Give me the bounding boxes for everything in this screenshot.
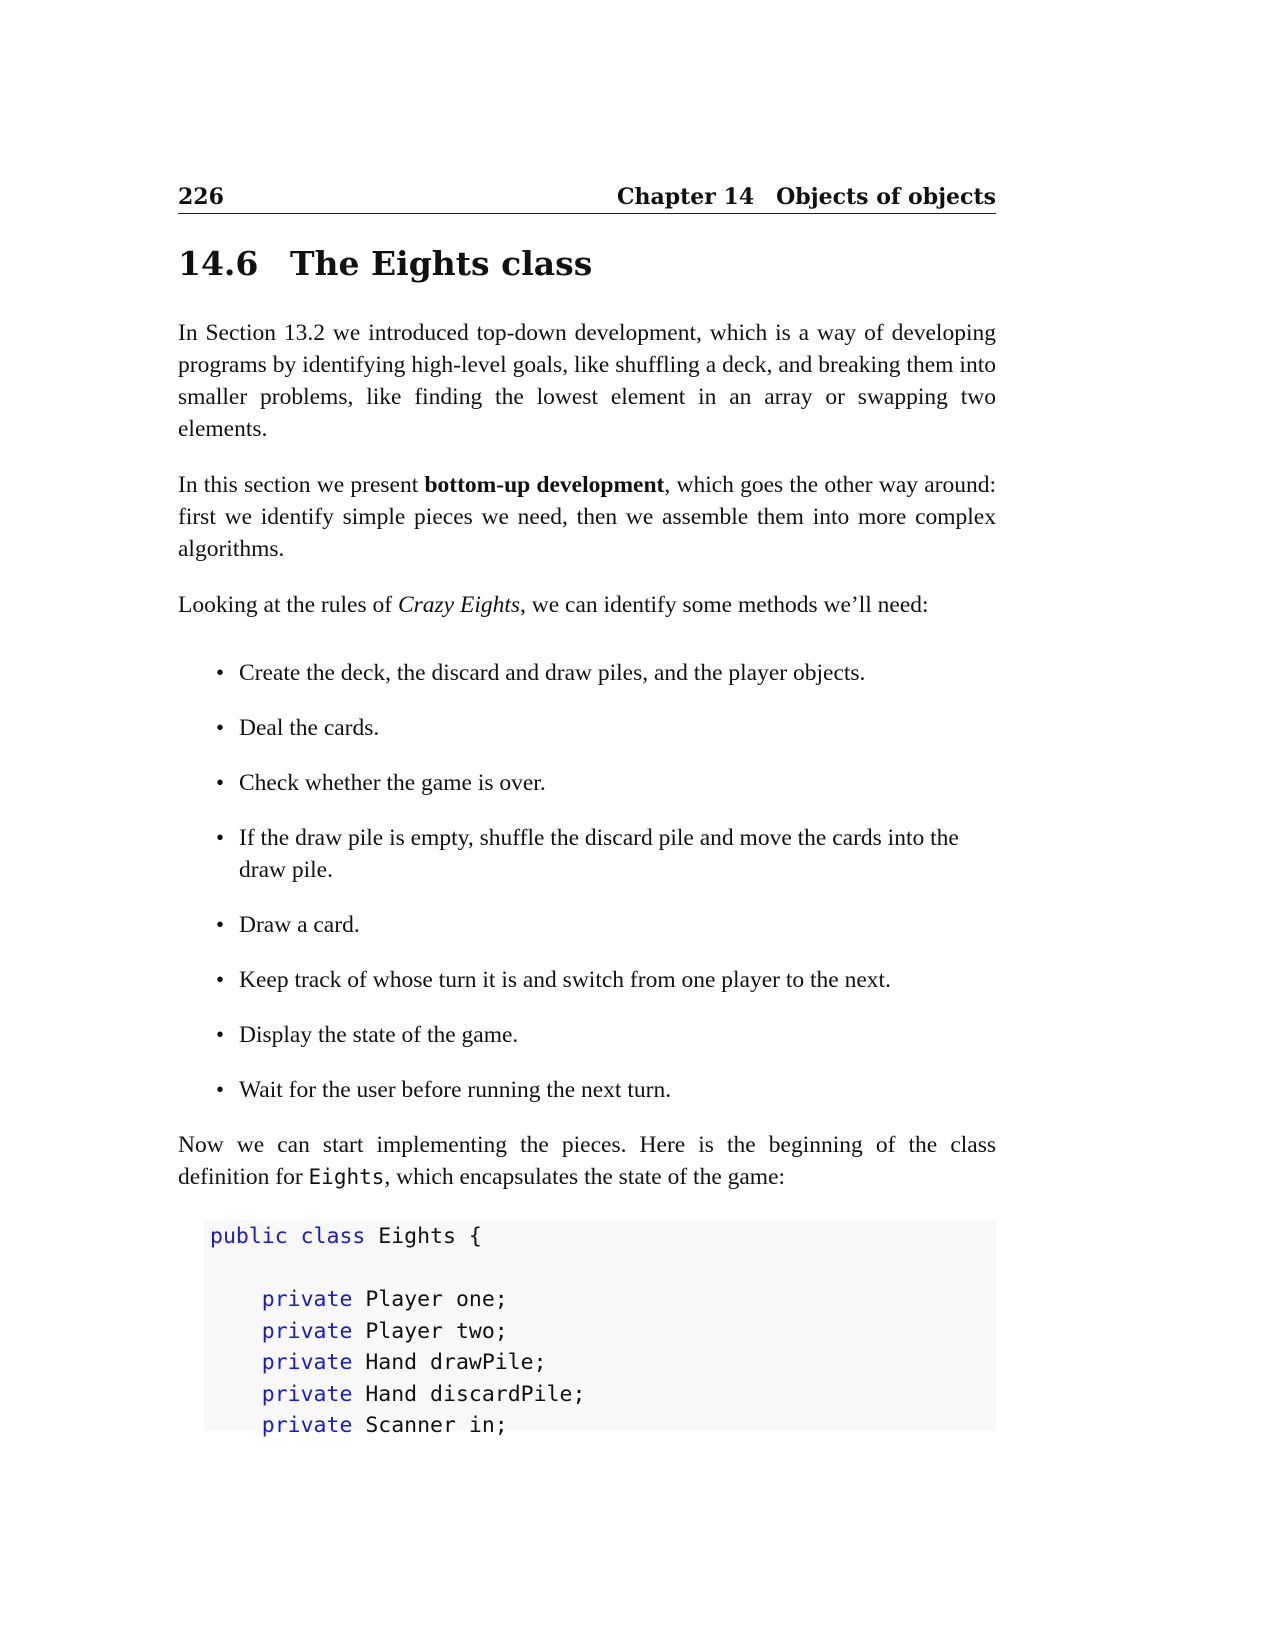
paragraph-text: In this section we present — [178, 472, 425, 498]
bullet-icon: • — [216, 912, 225, 937]
code-text: Player two; — [352, 1318, 508, 1344]
inline-code: Eights — [308, 1165, 385, 1189]
list-item: • Create the deck, the discard and draw p… — [216, 657, 996, 689]
bullet-icon: • — [216, 1077, 225, 1102]
paragraph-text: Looking at the rules of — [178, 592, 398, 618]
list-item: • Keep track of whose turn it is and swit… — [216, 964, 996, 996]
list-item: • If the draw pile is empty, shuffle the … — [216, 822, 996, 886]
section-title-text: The Eights class — [290, 244, 593, 283]
list-item: • Display the state of the game. — [216, 1019, 996, 1051]
list-item: • Wait for the user before running the ne… — [216, 1074, 996, 1106]
paragraph-top-down: In Section 13.2 we introduced top-down d… — [178, 320, 996, 442]
list-item: • Draw a card. — [216, 909, 996, 941]
bullet-icon: • — [216, 825, 225, 850]
list-item-text: Check whether the game is over. — [239, 770, 546, 796]
bold-term: bottom-up development — [424, 472, 665, 498]
code-line: private Hand drawPile; — [210, 1347, 996, 1379]
paragraph-implementation: Now we can start implementing the pieces… — [178, 1129, 996, 1193]
code-line: private Scanner in; — [210, 1410, 996, 1442]
bullet-icon: • — [216, 715, 225, 740]
code-text: Eights { — [365, 1224, 482, 1249]
bullet-icon: • — [216, 770, 225, 795]
code-keyword: private — [261, 1350, 353, 1375]
code-text: Hand discardPile; — [352, 1381, 586, 1407]
code-text: Scanner in; — [352, 1413, 508, 1438]
page-number: 226 — [178, 184, 224, 210]
code-keyword: private — [261, 1381, 353, 1407]
chapter-label: Chapter 14 — [616, 184, 755, 210]
code-line: private Hand discardPile; — [210, 1379, 996, 1411]
running-header: 226 Chapter 14 Objects of objects — [178, 184, 996, 214]
code-keyword: public class — [210, 1224, 366, 1249]
code-text: Player one; — [352, 1287, 508, 1312]
bullet-icon: • — [216, 967, 225, 992]
section-title: 14.6 The Eights class — [178, 244, 996, 283]
list-item-text: Keep track of whose turn it is and switc… — [239, 967, 891, 993]
code-keyword: private — [261, 1413, 353, 1438]
list-item: • Deal the cards. — [216, 712, 996, 744]
code-line: private Player one; — [210, 1284, 996, 1316]
book-page: 226 Chapter 14 Objects of objects 14.6 Th… — [178, 184, 996, 1438]
section-number: 14.6 — [178, 244, 259, 283]
paragraph-text: , we can identify some methods we’ll nee… — [520, 592, 929, 618]
list-item-text: If the draw pile is empty, shuffle the d… — [239, 825, 959, 883]
paragraph-crazy-eights: Looking at the rules of Crazy Eights, we… — [178, 589, 996, 621]
bullet-icon: • — [216, 660, 225, 685]
code-line: private Player two; — [210, 1316, 996, 1348]
list-item-text: Wait for the user before running the nex… — [239, 1077, 672, 1103]
methods-list: • Create the deck, the discard and draw p… — [178, 657, 996, 1106]
list-item: • Check whether the game is over. — [216, 767, 996, 799]
chapter-title: Objects of objects — [776, 184, 996, 210]
bullet-icon: • — [216, 1022, 225, 1047]
list-item-text: Create the deck, the discard and draw pi… — [239, 660, 866, 686]
chapter-heading: Chapter 14 Objects of objects — [617, 184, 996, 210]
code-listing: public class Eights { private Player one… — [204, 1219, 996, 1438]
code-keyword: private — [261, 1318, 353, 1344]
list-item-text: Deal the cards. — [239, 715, 380, 741]
code-line: public class Eights { — [210, 1221, 996, 1253]
code-text: Hand drawPile; — [352, 1350, 547, 1375]
paragraph-text: , which encapsulates the state of the ga… — [384, 1164, 786, 1190]
list-item-text: Draw a card. — [239, 912, 360, 938]
paragraph-bottom-up: In this section we present bottom-up dev… — [178, 469, 996, 565]
italic-term: Crazy Eights — [397, 592, 521, 618]
code-keyword: private — [261, 1287, 353, 1312]
list-item-text: Display the state of the game. — [239, 1022, 519, 1048]
